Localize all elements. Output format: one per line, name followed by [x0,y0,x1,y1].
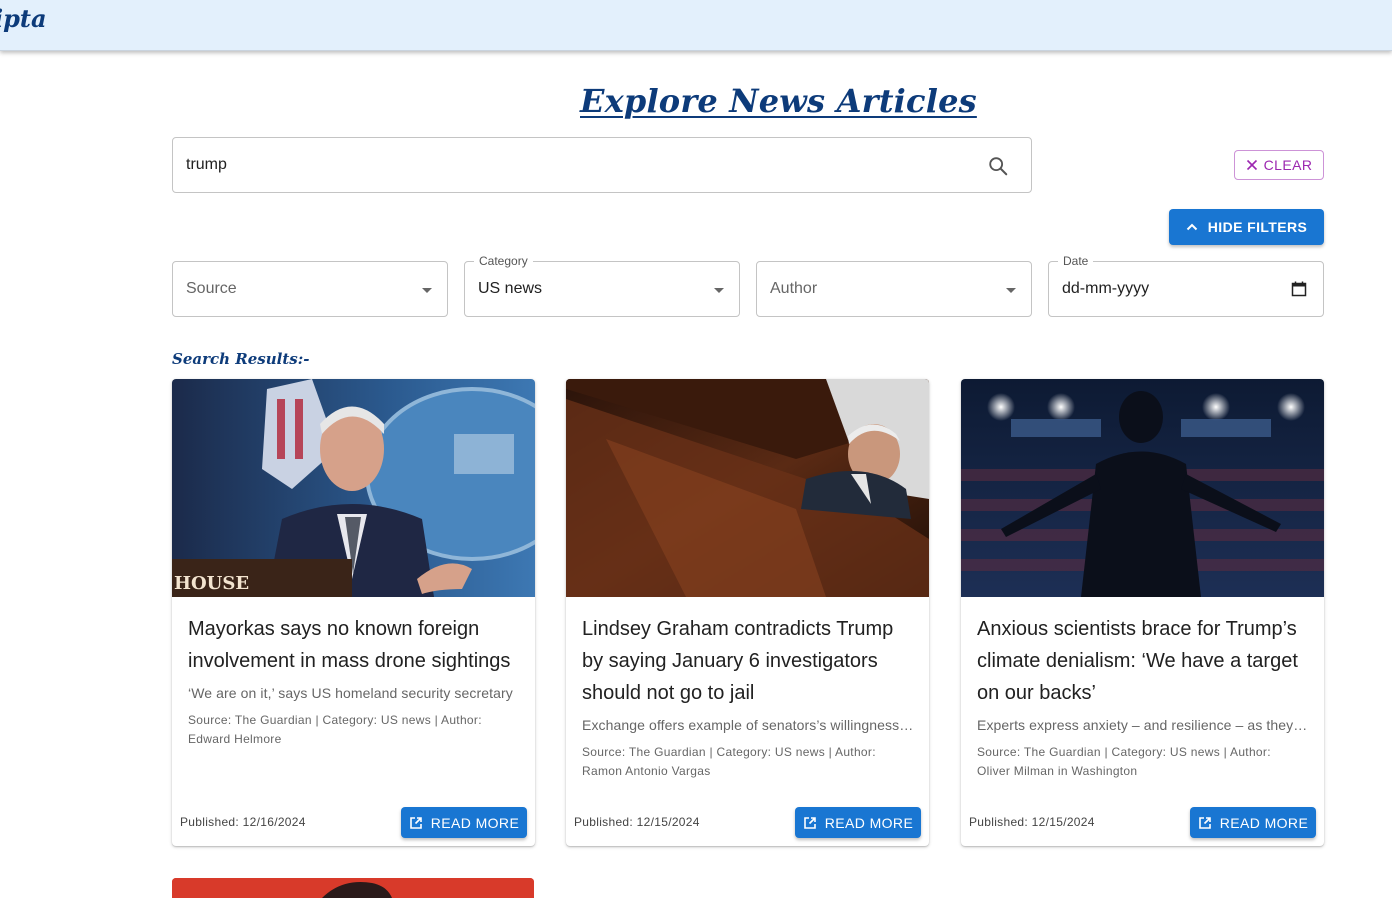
article-description: Experts express anxiety – and resilience… [977,717,1310,733]
read-more-label: READ MORE [1219,814,1309,831]
brand-logo[interactable]: ipta [0,4,47,33]
search-results-label: Search Results:- [172,350,310,368]
hide-filters-button[interactable]: HIDE FILTERS [1169,209,1324,245]
caret-down-icon [422,288,432,293]
article-published-date: Published: 12/16/2024 [180,815,306,829]
top-app-bar: ipta [0,0,1392,51]
read-more-label: READ MORE [430,814,520,831]
article-image [172,878,534,898]
article-published-date: Published: 12/15/2024 [969,815,1095,829]
clear-button-label: CLEAR [1263,157,1313,173]
read-more-button[interactable]: READ MORE [1190,807,1316,838]
author-select[interactable]: Author [756,261,1032,317]
date-field[interactable]: Date dd-mm-yyyy [1048,254,1324,317]
article-image [566,379,929,597]
category-select[interactable]: Category US news [464,254,740,317]
article-meta: Source: The Guardian | Category: US news… [582,745,876,778]
article-image: HOUSE [172,379,535,597]
source-placeholder: Source [186,280,237,297]
search-input[interactable] [186,153,946,177]
svg-text:HOUSE: HOUSE [174,573,249,594]
article-title[interactable]: Lindsey Graham contradicts Trump by sayi… [582,613,917,709]
category-value: US news [478,280,543,297]
source-select[interactable]: Source [172,261,448,317]
open-in-new-icon [1198,816,1211,829]
caret-down-icon [1006,288,1016,293]
close-icon [1246,159,1257,171]
search-field[interactable] [172,137,1032,193]
article-description: ‘We are on it,’ says US homeland securit… [188,685,513,701]
page-title: Explore News Articles [580,82,977,120]
article-meta: Source: The Guardian | Category: US news… [188,713,482,746]
article-published-date: Published: 12/15/2024 [574,815,700,829]
article-title[interactable]: Mayorkas says no known foreign involveme… [188,613,523,677]
open-in-new-icon [803,816,816,829]
read-more-label: READ MORE [824,814,914,831]
article-card-partial [172,878,534,898]
caret-down-icon [714,288,724,293]
chevron-up-icon [1186,223,1197,231]
article-meta: Source: The Guardian | Category: US news… [977,745,1271,778]
calendar-icon[interactable] [1291,281,1307,297]
article-card: Anxious scientists brace for Trump’s cli… [961,379,1324,846]
article-title[interactable]: Anxious scientists brace for Trump’s cli… [977,613,1312,709]
article-card: HOUSE Mayorkas says no known foreign inv… [172,379,535,846]
read-more-button[interactable]: READ MORE [401,807,527,838]
date-label: Date [1058,254,1094,268]
date-value: dd-mm-yyyy [1062,280,1150,297]
article-description: Exchange offers example of senators’s wi… [582,717,915,733]
read-more-button[interactable]: READ MORE [795,807,921,838]
category-label: Category [474,254,533,268]
author-placeholder: Author [770,280,818,297]
clear-button[interactable]: CLEAR [1234,150,1324,180]
article-card: Lindsey Graham contradicts Trump by sayi… [566,379,929,846]
search-icon[interactable] [987,155,1009,177]
article-image [961,379,1324,597]
hide-filters-label: HIDE FILTERS [1207,219,1308,235]
open-in-new-icon [409,816,422,829]
